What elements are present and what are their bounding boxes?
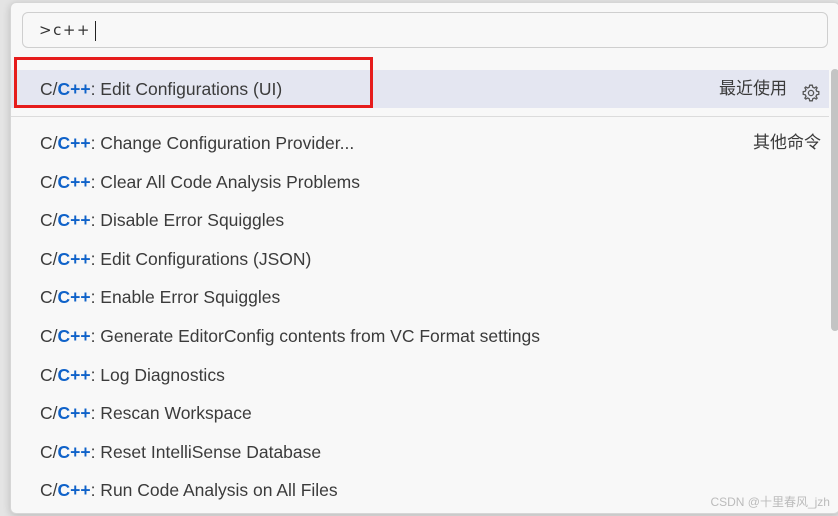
command-item[interactable]: C/C++: Run Code Analysis on All Files (11, 471, 829, 510)
gear-icon[interactable] (801, 79, 821, 102)
item-label: : Log Diagnostics (90, 364, 225, 385)
item-label: : Generate EditorConfig contents from VC… (90, 325, 540, 346)
item-label: : Disable Error Squiggles (90, 210, 285, 231)
command-item[interactable]: C/C++: Reset IntelliSense Database (11, 433, 829, 472)
command-list: C/C++: Edit Configurations (UI) 最近使用 C/C… (11, 59, 829, 510)
item-cpp: C++ (57, 171, 91, 192)
item-prefix: C/ (40, 325, 58, 346)
item-cpp: C++ (57, 441, 91, 462)
item-label: : Clear All Code Analysis Problems (90, 171, 360, 192)
item-prefix: C/ (40, 480, 58, 501)
list-scrollbar[interactable] (831, 69, 838, 331)
item-prefix: C/ (40, 248, 58, 269)
item-cpp: C++ (57, 210, 91, 231)
command-item[interactable]: C/C++: Generate EditorConfig contents fr… (11, 317, 829, 356)
item-prefix: C/ (40, 287, 58, 308)
text-caret (95, 21, 96, 41)
command-item[interactable]: C/C++: Disable Error Squiggles (11, 201, 829, 240)
item-label: : Enable Error Squiggles (90, 287, 281, 308)
item-prefix: C/ (40, 133, 58, 153)
item-label: : Change Configuration Provider... (90, 133, 355, 153)
command-item[interactable]: C/C++: Log Diagnostics (11, 356, 829, 395)
command-item[interactable]: C/C++: Change Configuration Provider... … (11, 124, 829, 163)
item-cpp: C++ (57, 480, 91, 501)
item-cpp: C++ (57, 133, 91, 153)
command-search-input[interactable] (23, 13, 827, 47)
item-label: : Run Code Analysis on All Files (90, 480, 338, 501)
item-prefix: C/ (40, 403, 58, 424)
other-commands-label: 其他命令 (753, 133, 821, 152)
annotation-highlight-box (14, 57, 373, 108)
item-prefix: C/ (40, 441, 58, 462)
item-label: : Rescan Workspace (90, 403, 252, 424)
item-prefix: C/ (40, 210, 58, 231)
other-commands-group: 其他命令 (753, 124, 821, 163)
item-cpp: C++ (57, 287, 91, 308)
item-cpp: C++ (57, 325, 91, 346)
item-cpp: C++ (57, 403, 91, 424)
search-box[interactable] (22, 12, 828, 48)
command-item[interactable]: C/C++: Enable Error Squiggles (11, 278, 829, 317)
command-item[interactable]: C/C++: Edit Configurations (JSON) (11, 240, 829, 279)
recently-used-group: 最近使用 (719, 70, 821, 108)
item-label: : Reset IntelliSense Database (90, 441, 322, 462)
item-cpp: C++ (57, 248, 91, 269)
item-prefix: C/ (40, 364, 58, 385)
group-separator (11, 116, 829, 117)
item-prefix: C/ (40, 171, 58, 192)
watermark: CSDN @十里春风_jzh (710, 495, 830, 509)
item-label: : Edit Configurations (JSON) (90, 248, 312, 269)
command-item[interactable]: C/C++: Rescan Workspace (11, 394, 829, 433)
command-item[interactable]: C/C++: Clear All Code Analysis Problems (11, 163, 829, 202)
recently-used-label: 最近使用 (719, 79, 787, 98)
item-cpp: C++ (57, 364, 91, 385)
